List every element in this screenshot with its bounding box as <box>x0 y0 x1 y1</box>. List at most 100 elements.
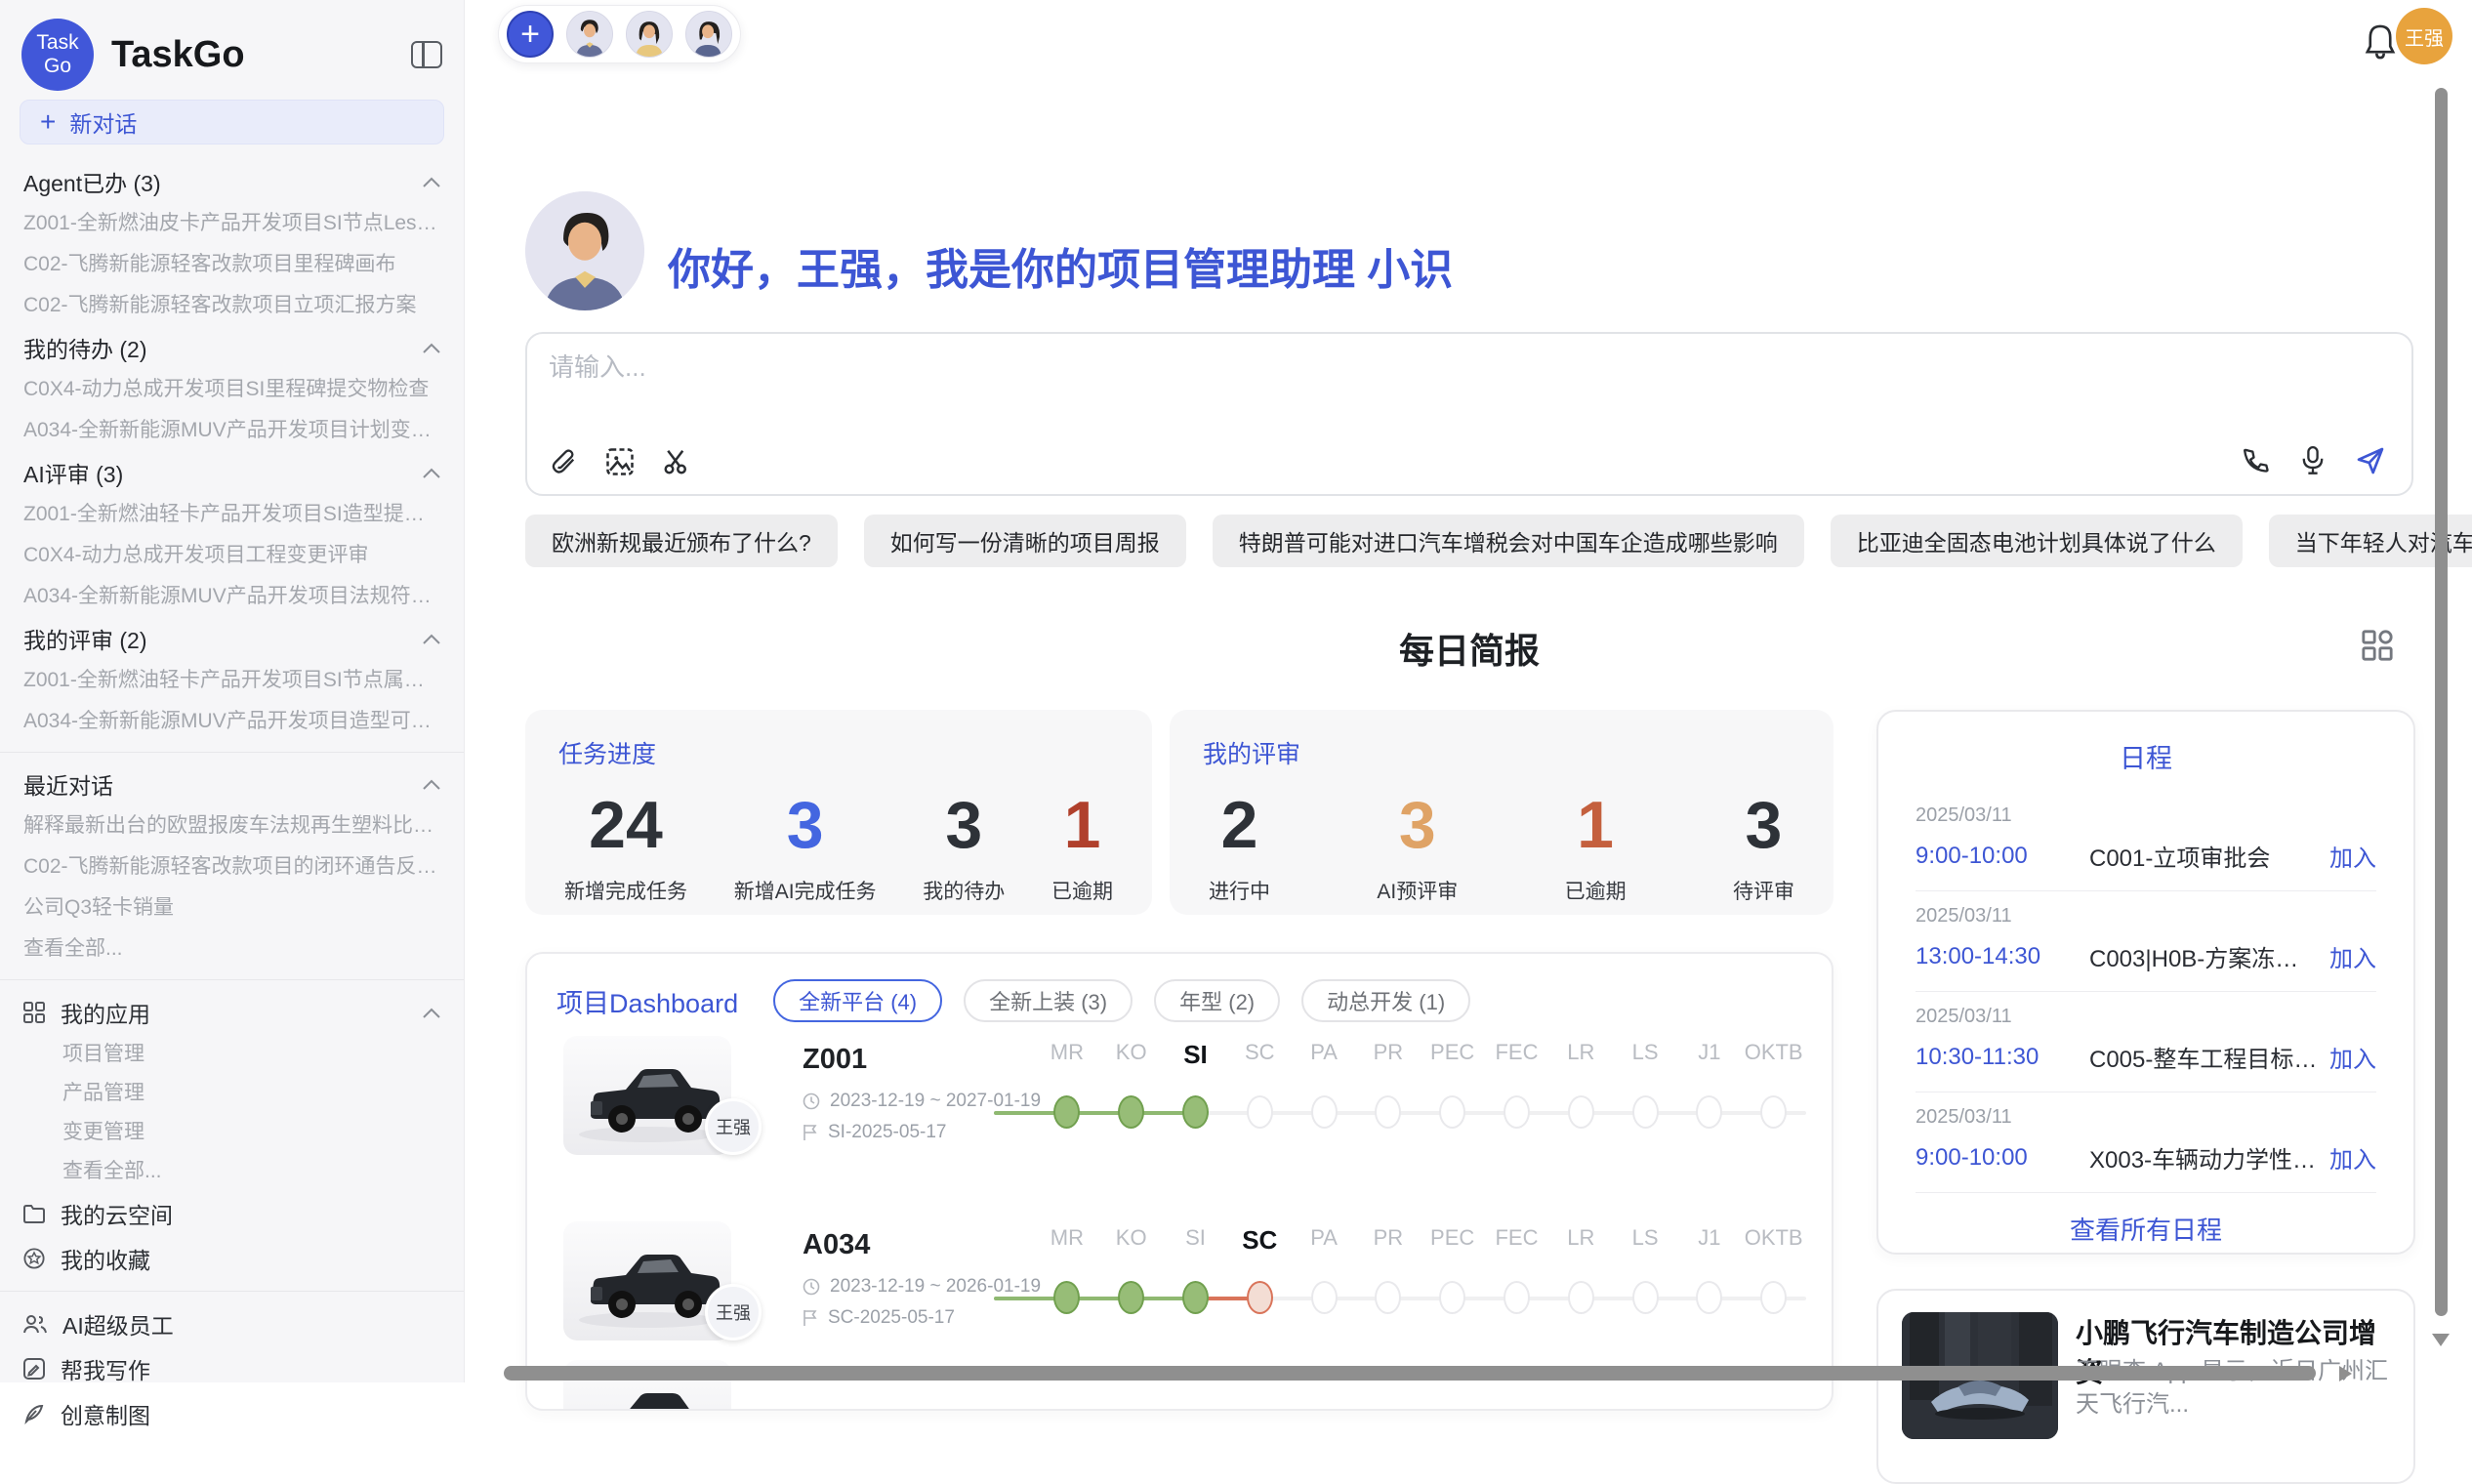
suggestion-chip[interactable]: 比亚迪全固态电池计划具体说了什么 <box>1831 515 2243 567</box>
chevron-up-icon[interactable] <box>423 634 440 644</box>
list-item[interactable]: C0X4-动力总成开发项目SI里程碑提交物检查 <box>0 369 464 410</box>
list-item[interactable]: C02-飞腾新能源轻客改款项目的闭环通告反馈情况 <box>0 846 464 887</box>
tab-new-body[interactable]: 全新上装 (3) <box>964 979 1133 1022</box>
suggestion-chip[interactable]: 特朗普可能对进口汽车增税会对中国车企造成哪些影响 <box>1213 515 1804 567</box>
project-row[interactable] <box>527 1354 1832 1411</box>
project-dashboard-card: 项目Dashboard 全新平台 (4) 全新上装 (3) 年型 (2) 动总开… <box>525 952 1833 1411</box>
assistant-avatar[interactable] <box>626 11 673 58</box>
greeting-title: 你好，王强，我是你的项目管理助理 小识 <box>668 234 1453 297</box>
sidebar-item-help-me-write[interactable]: 帮我写作 <box>0 1346 464 1391</box>
view-all-schedule-link[interactable]: 查看所有日程 <box>1878 1211 2413 1247</box>
card-title: 任务进度 <box>558 735 1119 770</box>
project-dates: 2023-12-19 ~ 2027-01-19 <box>830 1091 1041 1112</box>
view-all-chats[interactable]: 查看全部... <box>0 928 464 969</box>
list-item[interactable]: 解释最新出台的欧盟报废车法规再生塑料比例被调至15%... <box>0 805 464 846</box>
project-owner-badge: 王强 <box>705 1284 762 1340</box>
list-item[interactable]: C0X4-动力总成开发项目工程变更评审 <box>0 535 464 576</box>
tab-powertrain[interactable]: 动总开发 (1) <box>1301 979 1470 1022</box>
app-item-product-mgmt[interactable]: 产品管理 <box>0 1074 464 1113</box>
milestone-track: MRKOSISCPAPRPECFECLRLSJ1OKTB <box>1035 1040 1806 1167</box>
vertical-scrollbar[interactable] <box>2435 88 2448 1316</box>
collapse-sidebar-icon[interactable] <box>411 41 442 68</box>
main-content: + 王强 你好，王强，我是你的项目管理助理 小识 欧洲新规最近颁布了什么 <box>465 0 2472 1382</box>
chevron-up-icon[interactable] <box>423 468 440 478</box>
phone-icon[interactable] <box>2244 447 2271 474</box>
list-item[interactable]: 公司Q3轻卡销量 <box>0 887 464 928</box>
microphone-icon[interactable] <box>2300 446 2326 475</box>
milestone-track: MRKOSISCPAPRPECFECLRLSJ1OKTB <box>1035 1225 1806 1352</box>
chat-input[interactable] <box>549 348 2111 422</box>
notification-bell-icon[interactable] <box>2363 23 2398 61</box>
project-flag-date: SI-2025-05-17 <box>828 1122 946 1143</box>
view-all-apps[interactable]: 查看全部... <box>0 1152 464 1191</box>
assistant-avatar[interactable] <box>685 11 732 58</box>
list-item[interactable]: Z001-全新燃油轻卡产品开发项目SI造型提交物评审 <box>0 494 464 535</box>
list-item[interactable]: C02-飞腾新能源轻客改款项目立项汇报方案 <box>0 285 464 326</box>
divider <box>0 1291 464 1292</box>
event-name: C003|H0B-方案冻结评审 <box>2089 939 2318 973</box>
sidebar-item-ai-super-staff[interactable]: AI超级员工 <box>0 1301 464 1346</box>
sidebar-item-cloud-space[interactable]: 我的云空间 <box>0 1191 464 1236</box>
project-name: A034 <box>803 1229 870 1261</box>
add-assistant-button[interactable]: + <box>507 11 554 58</box>
attachment-icon[interactable] <box>551 447 578 476</box>
join-link[interactable]: 加入 <box>2329 939 2376 973</box>
section-my-review[interactable]: 我的评审 (2) <box>0 617 464 660</box>
join-link[interactable]: 加入 <box>2329 1040 2376 1074</box>
list-item[interactable]: C02-飞腾新能源轻客改款项目里程碑画布 <box>0 244 464 285</box>
section-my-todo[interactable]: 我的待办 (2) <box>0 326 464 369</box>
stat-overdue: 1 已逾期 <box>1565 788 1627 905</box>
schedule-event: 2025/03/11 9:00-10:00 C001-立项审批会 加入 <box>1916 791 2376 891</box>
new-chat-label: 新对话 <box>69 105 137 139</box>
list-item[interactable]: A034-全新新能源MUV产品开发项目造型可行性评审 <box>0 701 464 742</box>
sidebar: Task Go TaskGo + 新对话 Agent已办 (3) Z001-全新… <box>0 0 465 1382</box>
stat-overdue: 1 已逾期 <box>1051 788 1113 905</box>
sidebar-item-my-apps[interactable]: 我的应用 <box>0 990 464 1035</box>
suggestion-chip[interactable]: 欧洲新规最近颁布了什么? <box>525 515 838 567</box>
join-link[interactable]: 加入 <box>2329 839 2376 873</box>
section-recent-chats[interactable]: 最近对话 <box>0 763 464 805</box>
sidebar-item-favorites[interactable]: 我的收藏 <box>0 1236 464 1281</box>
chevron-up-icon[interactable] <box>423 1008 440 1018</box>
sidebar-item-creative-drawing[interactable]: 创意制图 <box>0 1391 464 1436</box>
user-avatar[interactable]: 王强 <box>2396 8 2452 64</box>
chevron-up-icon[interactable] <box>423 343 440 353</box>
section-agent-done[interactable]: Agent已办 (3) <box>0 160 464 203</box>
divider <box>0 979 464 980</box>
star-icon <box>23 1248 45 1269</box>
flag-icon <box>803 1124 818 1141</box>
app-item-change-mgmt[interactable]: 变更管理 <box>0 1113 464 1152</box>
list-item[interactable]: Z001-全新燃油皮卡产品开发项目SI节点Lesson Learn报告 <box>0 203 464 244</box>
image-icon[interactable] <box>605 447 635 476</box>
chevron-up-icon[interactable] <box>423 779 440 790</box>
dashboard-tabs: 全新平台 (4) 全新上装 (3) 年型 (2) 动总开发 (1) <box>773 979 1470 1022</box>
project-row[interactable]: 王强 Z001 2023-12-19 ~ 2027-01-19 SI-2025-… <box>527 1030 1832 1196</box>
tab-new-platform[interactable]: 全新平台 (4) <box>773 979 942 1022</box>
list-item[interactable]: Z001-全新燃油轻卡产品开发项目SI节点属性5D文件评审 <box>0 660 464 701</box>
app-logo: Task Go <box>21 19 94 91</box>
project-owner-badge: 王强 <box>705 1098 762 1155</box>
app-item-project-mgmt[interactable]: 项目管理 <box>0 1035 464 1074</box>
scroll-right-arrow[interactable] <box>2339 1366 2352 1381</box>
news-card[interactable]: 小鹏飞行汽车制造公司增资 天眼查 App 显示，近日广州汇天飞行汽... <box>1876 1289 2415 1484</box>
assistant-avatar[interactable] <box>566 11 613 58</box>
daily-briefing-title: 每日简报 <box>525 623 2413 674</box>
card-title: 我的评审 <box>1203 735 1800 770</box>
scroll-down-arrow[interactable] <box>2432 1334 2450 1346</box>
join-link[interactable]: 加入 <box>2329 1140 2376 1175</box>
layout-grid-icon[interactable] <box>2361 629 2394 662</box>
section-ai-review[interactable]: AI评审 (3) <box>0 451 464 494</box>
tab-model-year[interactable]: 年型 (2) <box>1154 979 1280 1022</box>
send-icon[interactable] <box>2355 445 2386 476</box>
scissors-icon[interactable] <box>662 447 691 476</box>
new-chat-button[interactable]: + 新对话 <box>20 100 444 144</box>
chevron-up-icon[interactable] <box>423 177 440 187</box>
list-item[interactable]: A034-全新新能源MUV产品开发项目法规符合性评审 <box>0 576 464 617</box>
dashboard-title: 项目Dashboard <box>556 982 738 1020</box>
suggestion-chip[interactable]: 如何写一份清晰的项目周报 <box>864 515 1186 567</box>
list-item[interactable]: A034-全新新能源MUV产品开发项目计划变更表编写 <box>0 410 464 451</box>
schedule-event: 2025/03/11 9:00-10:00 X003-车辆动力学性能验... 加… <box>1916 1092 2376 1193</box>
people-icon <box>23 1314 47 1334</box>
flag-icon <box>803 1309 818 1327</box>
horizontal-scrollbar[interactable] <box>504 1366 2316 1381</box>
